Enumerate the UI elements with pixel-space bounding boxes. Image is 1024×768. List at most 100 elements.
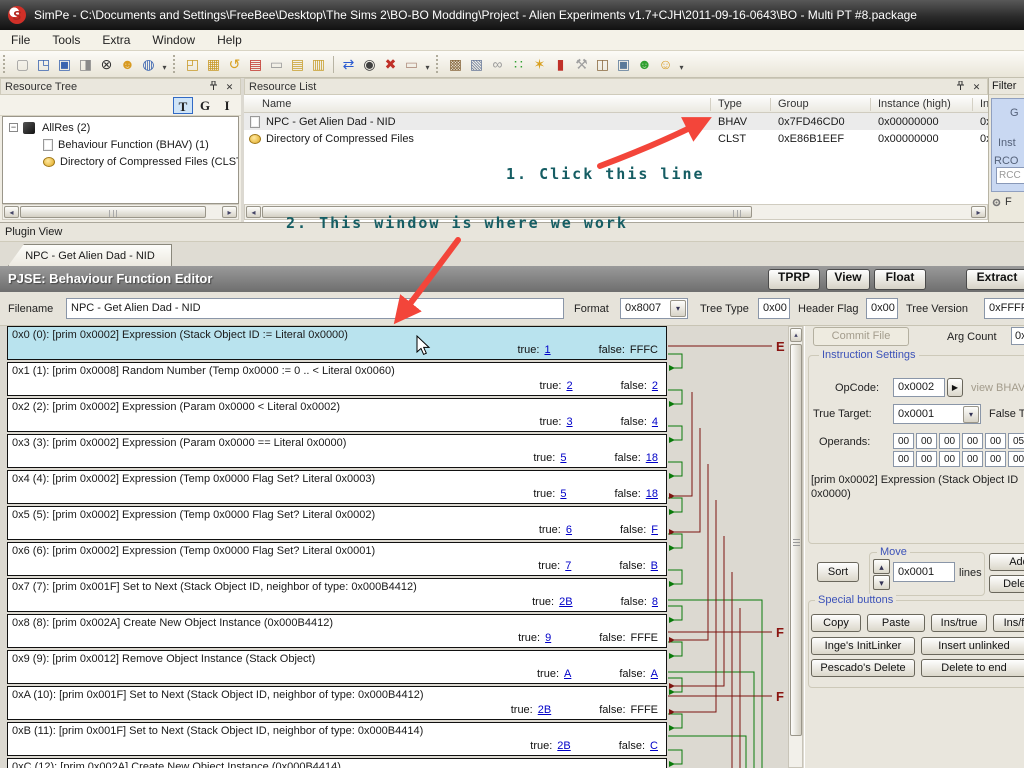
- filter-footer[interactable]: F: [991, 196, 1012, 208]
- true-target-link[interactable]: 3: [566, 416, 572, 428]
- instruction-row[interactable]: 0xB (11): [prim 0x001F] Set to Next (Sta…: [7, 722, 667, 756]
- instruction-row[interactable]: 0x0 (0): [prim 0x0002] Expression (Stack…: [7, 326, 667, 360]
- menu-item[interactable]: Help: [206, 30, 253, 50]
- pescados-delete-button[interactable]: Pescado's Delete: [811, 659, 915, 677]
- instruction-row[interactable]: 0x7 (7): [prim 0x001F] Set to Next (Stac…: [7, 578, 667, 612]
- opcode-input[interactable]: 0x0002: [893, 378, 945, 397]
- move-down-icon[interactable]: ▾: [873, 575, 890, 590]
- opcode-go-icon[interactable]: ▶: [947, 378, 963, 397]
- scroll-right-icon[interactable]: ▸: [222, 206, 237, 218]
- tag-icon[interactable]: ▭: [402, 55, 421, 74]
- column-group[interactable]: Group: [778, 98, 809, 110]
- operand-cell[interactable]: 00: [985, 433, 1006, 449]
- insert-false-button[interactable]: Ins/fals: [993, 614, 1024, 632]
- true-target-link[interactable]: 2B: [557, 740, 570, 752]
- add-button[interactable]: Add: [989, 553, 1024, 571]
- toolbar-grip[interactable]: [436, 55, 441, 73]
- instruction-row[interactable]: 0x9 (9): [prim 0x0012] Remove Object Ins…: [7, 650, 667, 684]
- tprp-button[interactable]: TPRP: [768, 269, 820, 290]
- menu-item[interactable]: Window: [141, 30, 206, 50]
- pin-icon[interactable]: [207, 81, 220, 94]
- comment-icon[interactable]: ▭: [267, 55, 286, 74]
- sort-button[interactable]: Sort: [817, 562, 859, 582]
- sim-surgery-icon[interactable]: ☺: [656, 55, 675, 74]
- operand-cell[interactable]: 00: [962, 451, 983, 467]
- web-update-icon[interactable]: ◍: [139, 55, 158, 74]
- open-resource-icon[interactable]: ◰: [183, 55, 202, 74]
- column-instance-high[interactable]: Instance (high): [878, 98, 951, 110]
- column-type[interactable]: Type: [718, 98, 742, 110]
- move-up-icon[interactable]: ▴: [873, 559, 890, 574]
- insert-true-button[interactable]: Ins/true: [931, 614, 987, 632]
- wizard-star-icon[interactable]: ✶: [530, 55, 549, 74]
- true-target-link[interactable]: 7: [565, 560, 571, 572]
- false-target-link[interactable]: FFFE: [631, 632, 659, 644]
- false-target-link[interactable]: 2: [652, 380, 658, 392]
- false-target-link[interactable]: F: [651, 524, 658, 536]
- operand-cell[interactable]: 00: [1008, 451, 1024, 467]
- save-resource-icon[interactable]: ▦: [204, 55, 223, 74]
- filter-instance-button[interactable]: I: [217, 97, 237, 114]
- true-target-link[interactable]: 9: [545, 632, 551, 644]
- guard-icon[interactable]: ◉: [360, 55, 379, 74]
- camera-package-icon[interactable]: ◫: [593, 55, 612, 74]
- instruction-row[interactable]: 0x8 (8): [prim 0x002A] Create New Object…: [7, 614, 667, 648]
- float-button[interactable]: Float: [874, 269, 926, 290]
- toolbar-overflow-icon[interactable]: ▾: [159, 55, 170, 74]
- operand-cell[interactable]: 00: [985, 451, 1006, 467]
- false-target-link[interactable]: A: [651, 668, 658, 680]
- false-target-link[interactable]: 18: [646, 488, 658, 500]
- false-target-link[interactable]: C: [650, 740, 658, 752]
- filter-input[interactable]: [996, 167, 1024, 184]
- menu-item[interactable]: Tools: [41, 30, 91, 50]
- delete-icon[interactable]: ✖: [381, 55, 400, 74]
- sim-browser-icon[interactable]: ☻: [118, 55, 137, 74]
- operand-cell[interactable]: 05: [1008, 433, 1024, 449]
- move-lines-input[interactable]: 0x0001: [893, 562, 955, 582]
- operand-cell[interactable]: 00: [916, 433, 937, 449]
- true-target-select[interactable]: 0x0001 ▾: [893, 404, 981, 424]
- instruction-row[interactable]: 0x3 (3): [prim 0x0002] Expression (Param…: [7, 434, 667, 468]
- paste-button[interactable]: Paste: [867, 614, 925, 632]
- false-target-link[interactable]: 18: [646, 452, 658, 464]
- true-target-link[interactable]: 2B: [559, 596, 572, 608]
- chevron-down-icon[interactable]: ▾: [670, 300, 686, 317]
- photo-studio-icon[interactable]: ▣: [614, 55, 633, 74]
- toolbar-grip[interactable]: [173, 55, 178, 73]
- instruction-vscrollbar[interactable]: ▴: [788, 326, 803, 768]
- instruction-row[interactable]: 0x5 (5): [prim 0x0002] Expression (Temp …: [7, 506, 667, 540]
- filter-type-button[interactable]: T: [173, 97, 193, 114]
- operand-cell[interactable]: 00: [916, 451, 937, 467]
- new-package-icon[interactable]: ▢: [13, 55, 32, 74]
- toolbar-overflow-icon[interactable]: ▾: [422, 55, 433, 74]
- chevron-down-icon[interactable]: ▾: [963, 406, 979, 423]
- tree-node-clst[interactable]: Directory of Compressed Files (CLST: [43, 154, 239, 169]
- close-icon[interactable]: ✕: [970, 81, 983, 94]
- extract-button[interactable]: Extract: [966, 269, 1024, 290]
- tree-node-bhav[interactable]: Behaviour Function (BHAV) (1): [43, 137, 209, 152]
- operand-cell[interactable]: 00: [893, 433, 914, 449]
- operand-cell[interactable]: 00: [939, 451, 960, 467]
- true-target-link[interactable]: 6: [566, 524, 572, 536]
- operand-cell[interactable]: 00: [893, 451, 914, 467]
- tree-version-input[interactable]: 0xFFFF8: [984, 298, 1024, 319]
- tree-node-allres[interactable]: − AllRes (2): [9, 120, 92, 135]
- wrench-icon[interactable]: ⚒: [572, 55, 591, 74]
- neighborhood-users-icon[interactable]: ☻: [635, 55, 654, 74]
- column-name[interactable]: Name: [262, 98, 291, 110]
- operand-cell[interactable]: 00: [962, 433, 983, 449]
- scroll-thumb[interactable]: [20, 206, 206, 218]
- close-package-icon[interactable]: ⊗: [97, 55, 116, 74]
- true-target-link[interactable]: 2B: [538, 704, 551, 716]
- package-tool-icon[interactable]: ▩: [446, 55, 465, 74]
- copy-button[interactable]: Copy: [811, 614, 861, 632]
- collapse-icon[interactable]: −: [9, 123, 18, 132]
- true-target-link[interactable]: 1: [544, 344, 550, 356]
- open-package-icon[interactable]: ◳: [34, 55, 53, 74]
- tab-bhav-document[interactable]: NPC - Get Alien Dad - NID: [8, 244, 172, 266]
- notes-alt-icon[interactable]: ▥: [309, 55, 328, 74]
- scroll-up-icon[interactable]: ▴: [790, 328, 802, 342]
- save-icon[interactable]: ▣: [55, 55, 74, 74]
- menu-item[interactable]: File: [0, 30, 41, 50]
- plugin-grid-icon[interactable]: ∷: [509, 55, 528, 74]
